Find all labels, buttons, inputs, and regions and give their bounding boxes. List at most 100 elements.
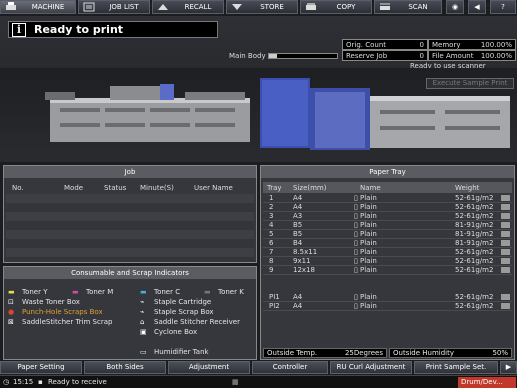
tray-paper-name: Plain [360,212,377,220]
status-message: Ready to receive [48,378,107,386]
outside-humidity-box: Outside Humidity 50% [389,348,512,358]
paper-setting-button[interactable]: Paper Setting [0,361,82,374]
help-icon: ? [501,3,505,11]
tray-paper-name: Plain [360,293,377,301]
tray-number: PI2 [269,302,280,310]
both-sides-button[interactable]: Both Sides [84,361,166,374]
job-panel-title: Job [4,166,256,178]
file-amount-box: File Amount 100.00% [428,50,516,61]
volume-button[interactable]: ◀ [468,0,486,14]
tray-row[interactable]: 9 12x18 Plain 52-61g/m2 ▯ [263,266,512,275]
tray-weight: 52-61g/m2 [455,194,494,202]
col-minute: Minute(S) [140,184,174,192]
tray-paper-name: Plain [360,194,377,202]
humidifier-tank-item: ▭ Humidifier Tank [140,348,209,356]
ru-curl-adjustment-button[interactable]: RU Curl Adjustment [330,361,412,374]
tray-row[interactable]: 4 B5 Plain 81-91g/m2 ▯ [263,221,512,230]
orientation-icon: ▯ [354,203,358,211]
col-status: Status [104,184,127,192]
tray-row[interactable]: PI2 A4 Plain 52-61g/m2 ▯ [263,302,512,311]
drum-dev-alert[interactable]: Drum/Dev... [458,377,516,388]
toner-y-item: ▬ Toner Y [8,288,48,296]
tray-row[interactable]: 7 8.5x11 Plain 52-61g/m2 ▯ [263,248,512,257]
tray-row[interactable]: 3 A3 Plain 52-61g/m2 ▯ [263,212,512,221]
tray-row[interactable]: 2 A4 Plain 52-61g/m2 ▯ [263,203,512,212]
paper-level-icon [501,195,510,201]
tab-store[interactable]: STORE [226,0,298,14]
tray-paper-name: Plain [360,257,377,265]
tank-icon: ▭ [140,348,147,356]
toner-bottle-icon: ▬ [72,288,79,296]
consumables-panel: Consumable and Scrap Indicators ▬ Toner Y… [3,266,257,360]
tray-row[interactable]: PI1 A4 Plain 52-61g/m2 ▯ [263,293,512,302]
staple-cartridge-item: ⌁ Staple Cartridge [140,298,212,306]
tray-size: 12x18 [293,266,315,274]
orientation-icon: ▯ [354,239,358,247]
next-page-button[interactable]: ▶ [500,361,517,374]
col-mode: Mode [64,184,84,192]
tray-paper-name: Plain [360,239,377,247]
adjustment-button[interactable]: Adjustment [168,361,250,374]
copy-icon [306,3,316,10]
tray-size: B5 [293,230,303,238]
outside-temp-box: Outside Temp. 25Degrees [263,348,387,358]
orientation-icon: ▯ [354,221,358,229]
cyclone-icon: ▣ [140,328,147,336]
waste-toner-item: ⊡ Waste Toner Box [8,298,80,306]
staple-scrap-item: ⌁ Staple Scrap Box [140,308,214,316]
keyboard-icon: ▦ [232,378,239,386]
toner-c-item: ▬ Toner C [140,288,181,296]
consumables-title: Consumable and Scrap Indicators [4,267,256,279]
staple-icon: ⌁ [140,298,145,306]
tray-paper-name: Plain [360,221,377,229]
tray-number: 9 [269,266,274,274]
tray-row[interactable]: 8 9x11 Plain 52-61g/m2 ▯ [263,257,512,266]
tray-paper-name: Plain [360,203,377,211]
paper-tray-title: Paper Tray [261,166,514,178]
tray-paper-name: Plain [360,248,377,256]
tray-number: 4 [269,221,274,229]
tray-size: B5 [293,221,303,229]
tray-number: 8 [269,257,274,265]
tray-row[interactable]: 6 B4 Plain 81-91g/m2 ▯ [263,239,512,248]
alert-text: Drum/Dev... [461,378,503,386]
tray-number: 2 [269,203,274,211]
job-panel: Job No. Mode Status Minute(S) User Name [3,165,257,263]
tray-weight: 52-61g/m2 [455,203,494,211]
paper-tray-list: 1 A4 Plain 52-61g/m2 ▯ 2 A4 Plain 52-61g/m2 ▯ 3 A3 P… [263,194,512,346]
toner-k-item: ▬ Toner K [204,288,244,296]
job-list[interactable] [6,194,254,261]
tray-row[interactable]: 1 A4 Plain 52-61g/m2 ▯ [263,194,512,203]
tab-job-list[interactable]: JOB LIST [78,0,150,14]
toner-bottle-icon: ▬ [8,288,15,296]
tab-scan[interactable]: SCAN [374,0,442,14]
recall-icon [158,4,168,10]
globe-button[interactable]: ◉ [446,0,464,14]
controller-button[interactable]: Controller [252,361,328,374]
help-button[interactable]: ? [490,0,516,14]
tray-weight: 52-61g/m2 [455,302,494,310]
tray-number: 6 [269,239,274,247]
machine-graphic [45,78,510,150]
tab-recall[interactable]: RECALL [152,0,224,14]
tray-weight: 52-61g/m2 [455,293,494,301]
tray-size: A4 [293,293,303,301]
col-no: No. [12,184,24,192]
tab-copy[interactable]: COPY [300,0,372,14]
paper-level-icon [501,294,510,300]
tray-paper-name: Plain [360,230,377,238]
tab-machine[interactable]: MACHINE [0,0,76,14]
main-body-gauge [268,53,338,59]
scan-icon [380,3,390,10]
toner-bottle-icon: ▬ [204,288,211,296]
tray-size: 8.5x11 [293,248,318,256]
clock-icon: ◷ [3,378,10,386]
status-time: 15:15 [13,378,34,386]
tray-row[interactable]: 5 B5 Plain 81-91g/m2 ▯ [263,230,512,239]
info-icon: i [12,22,26,37]
punch-hole-item: ● Punch-Hole Scraps Box [8,308,103,316]
tray-number: 1 [269,194,274,202]
orientation-icon: ▯ [354,248,358,256]
paper-level-icon [501,249,510,255]
print-sample-set-button[interactable]: Print Sample Set. [414,361,498,374]
